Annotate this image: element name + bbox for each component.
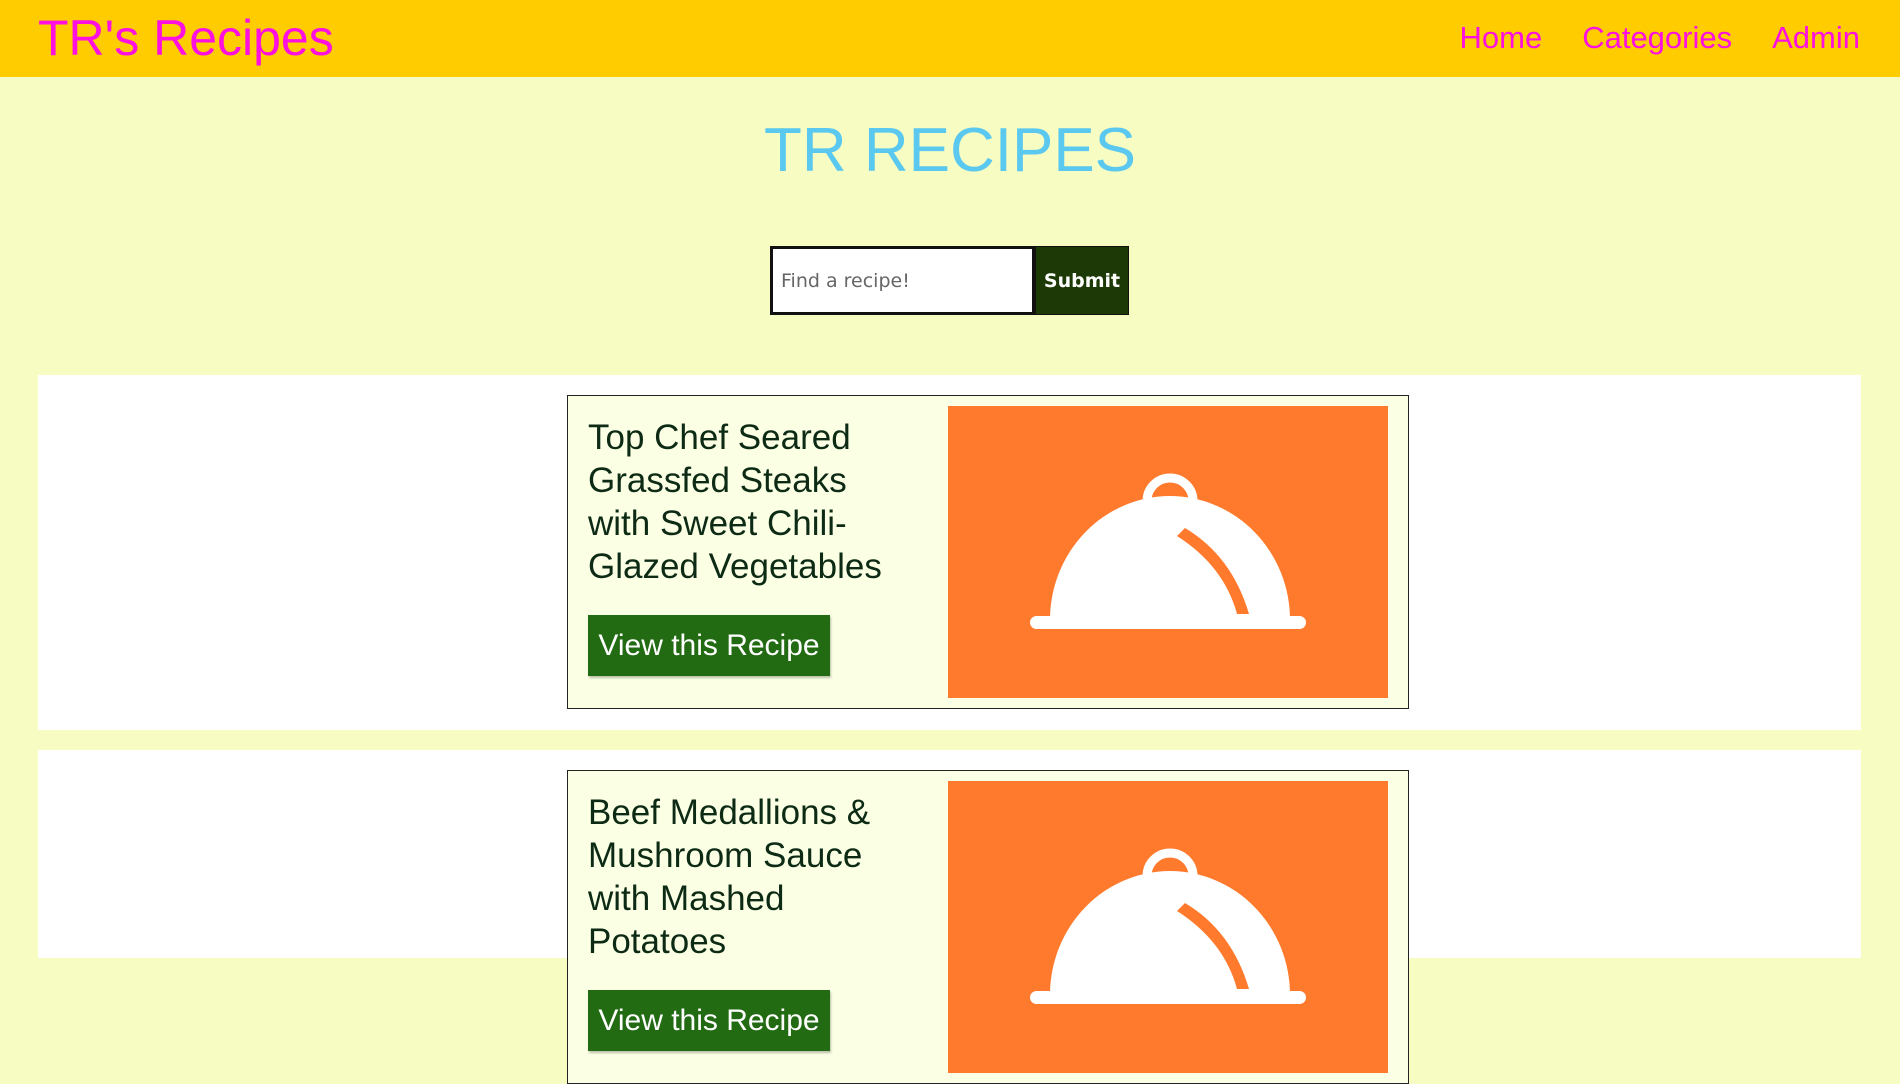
search-input[interactable] (770, 246, 1035, 315)
top-navbar: TR's Recipes Home Categories Admin (0, 0, 1900, 77)
serving-cloche-icon (1030, 473, 1306, 629)
view-recipe-button[interactable]: View this Recipe (588, 990, 830, 1051)
recipe-panel: Top Chef Seared Grassfed Steaks with Swe… (38, 375, 1861, 730)
recipe-card: Top Chef Seared Grassfed Steaks with Swe… (567, 395, 1409, 709)
search-form: Submit (770, 246, 1129, 315)
submit-button[interactable]: Submit (1035, 246, 1129, 315)
recipe-title: Beef Medallions & Mushroom Sauce with Ma… (588, 793, 871, 961)
recipe-image[interactable] (948, 406, 1388, 698)
recipe-panel: Beef Medallions & Mushroom Sauce with Ma… (38, 750, 1861, 1084)
recipe-card: Beef Medallions & Mushroom Sauce with Ma… (567, 770, 1409, 1084)
nav-link-categories[interactable]: Categories (1582, 20, 1732, 56)
page-title: TR RECIPES (763, 116, 1137, 185)
recipe-title: Top Chef Seared Grassfed Steaks with Swe… (588, 418, 882, 586)
serving-cloche-icon (1030, 848, 1306, 1004)
nav-link-admin[interactable]: Admin (1772, 20, 1860, 56)
recipe-image[interactable] (948, 781, 1388, 1073)
brand-logo-link[interactable]: TR's Recipes (38, 9, 334, 67)
view-recipe-button[interactable]: View this Recipe (588, 615, 830, 676)
main-nav: Home Categories Admin (1460, 20, 1861, 56)
nav-link-home[interactable]: Home (1460, 20, 1543, 56)
